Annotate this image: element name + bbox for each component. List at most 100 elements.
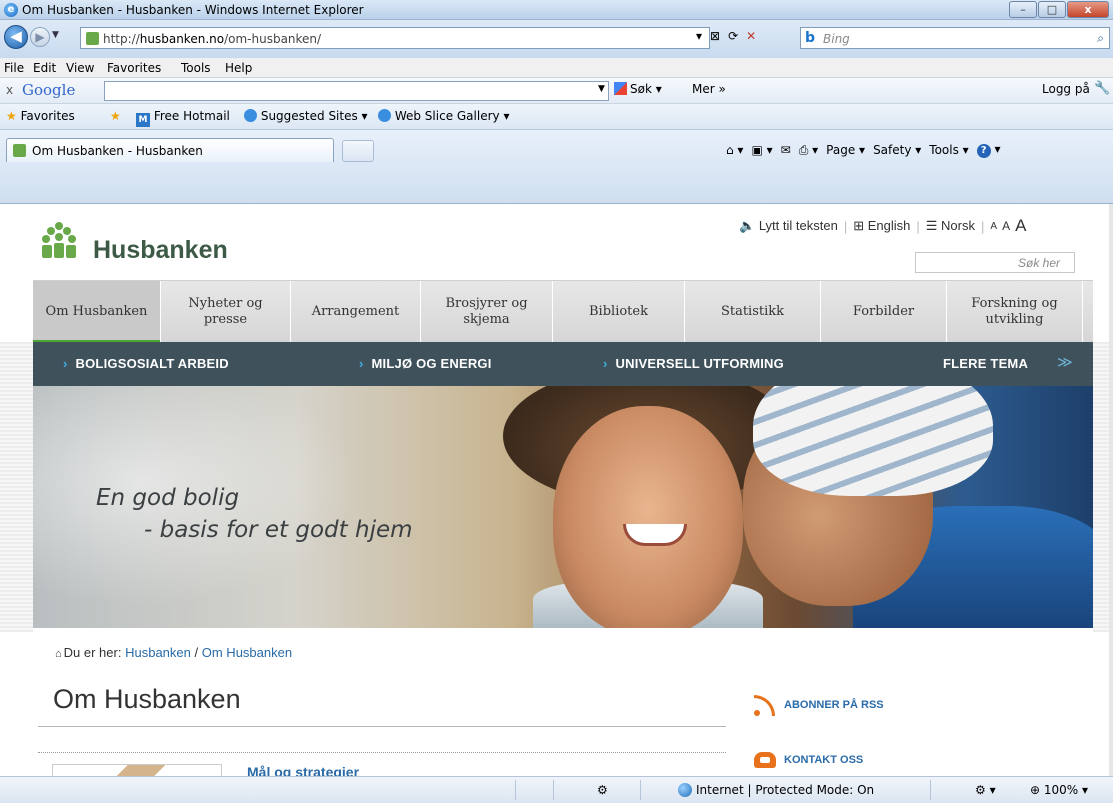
privacy-report-icon[interactable]: ⚙ xyxy=(597,783,608,797)
breadcrumb: ⌂ Du er her: Husbanken / Om Husbanken xyxy=(55,645,292,660)
status-bar: ⚙ Internet | Protected Mode: On ⚙ ▾ ⊕ 10… xyxy=(0,776,1113,803)
address-url: http://husbanken.no/om-husbanken/ xyxy=(103,32,322,46)
expand-chevron-icon[interactable]: ≫ xyxy=(1057,353,1073,371)
google-logo: Google xyxy=(22,81,76,99)
nav-item-forbilder[interactable]: Forbilder xyxy=(821,281,947,343)
listen-link[interactable]: 🔈 Lytt til teksten xyxy=(739,218,838,234)
favorite-link-web-slice-gallery[interactable]: Web Slice Gallery ▾ xyxy=(378,109,509,123)
zoom-control[interactable]: ⊕ 100% ▾ xyxy=(1030,783,1088,797)
google-search-button[interactable]: Søk ▾ xyxy=(614,82,662,96)
phone-icon xyxy=(754,752,776,768)
address-input[interactable]: http://husbanken.no/om-husbanken/ xyxy=(80,27,710,49)
compatibility-view-icon[interactable]: ⊠ xyxy=(710,29,720,43)
menu-help[interactable]: Help xyxy=(225,61,252,75)
font-size-small-button[interactable]: A xyxy=(990,221,997,232)
safety-menu[interactable]: Safety ▾ xyxy=(873,143,921,157)
font-size-medium-button[interactable]: A xyxy=(1002,219,1010,233)
menu-bar: File Edit View Favorites Tools Help xyxy=(0,58,1113,78)
theme-link-flere-tema[interactable]: FLERE TEMA xyxy=(943,356,1028,371)
bing-logo-icon: b xyxy=(805,30,816,46)
feeds-icon[interactable]: ▣ ▾ xyxy=(751,143,772,157)
vertical-scrollbar[interactable] xyxy=(1109,204,1113,776)
site-logo-text[interactable]: Husbanken xyxy=(93,236,228,265)
globe-icon xyxy=(678,783,692,797)
help-icon: ? xyxy=(976,144,991,158)
bing-search-input[interactable]: b Bing ⌕ xyxy=(800,27,1110,49)
google-login-link[interactable]: Logg på xyxy=(1042,82,1090,96)
web-page: Husbanken 🔈 Lytt til teksten | ⊞ English… xyxy=(0,204,1113,776)
theme-link-miljo-og-energi[interactable]: › MILJØ OG ENERGI xyxy=(359,356,492,371)
google-search-input[interactable] xyxy=(104,81,609,101)
google-more-button[interactable]: Mer » xyxy=(692,82,726,96)
mail-icon[interactable]: ✉ xyxy=(781,143,791,157)
add-to-favorites-bar-icon[interactable]: ★ xyxy=(110,109,121,123)
wrench-icon[interactable]: 🔧 xyxy=(1094,81,1110,96)
title-divider xyxy=(38,726,726,727)
font-size-large-button[interactable]: A xyxy=(1015,216,1026,236)
bing-search-placeholder: Bing xyxy=(823,32,850,46)
breadcrumb-link-om-husbanken[interactable]: Om Husbanken xyxy=(202,645,292,660)
side-pattern-left xyxy=(0,342,33,632)
tab-om-husbanken[interactable]: Om Husbanken - Husbanken xyxy=(6,138,334,162)
minimize-button[interactable]: – xyxy=(1009,1,1037,18)
help-menu[interactable]: ? ▾ xyxy=(976,142,1001,158)
print-icon[interactable]: ⎙ ▾ xyxy=(799,143,818,158)
new-tab-button[interactable] xyxy=(342,140,374,162)
site-search-input[interactable]: Søk her xyxy=(915,252,1075,273)
breadcrumb-prefix: Du er her: xyxy=(63,645,122,660)
refresh-icon[interactable]: ⟳ xyxy=(728,29,738,43)
favorites-button[interactable]: ★ Favorites xyxy=(6,109,75,123)
web-slice-icon xyxy=(378,109,391,122)
maximize-button[interactable]: □ xyxy=(1038,1,1066,18)
menu-file[interactable]: File xyxy=(4,61,24,75)
nav-item-om-husbanken[interactable]: Om Husbanken xyxy=(33,281,161,343)
nav-item-forskning-og-utvikling[interactable]: Forskning og utvikling xyxy=(947,281,1083,343)
page-title: Om Husbanken xyxy=(53,684,241,714)
search-icon[interactable]: ⌕ xyxy=(1097,31,1104,46)
address-dropdown-icon[interactable]: ▾ xyxy=(696,29,702,43)
rss-subscribe-link[interactable]: ABONNER PÅ RSS xyxy=(754,694,884,716)
close-window-button[interactable]: x xyxy=(1067,1,1109,18)
close-toolbar-icon[interactable]: x xyxy=(6,83,13,97)
husbanken-logo-icon[interactable] xyxy=(38,220,80,262)
back-button[interactable]: ◀ xyxy=(4,25,28,49)
favorite-link-hotmail[interactable]: M Free Hotmail xyxy=(136,109,230,127)
stop-icon[interactable]: ✕ xyxy=(746,29,756,43)
theme-link-universell-utforming[interactable]: › UNIVERSELL UTFORMING xyxy=(603,356,784,371)
home-icon[interactable]: ⌂ ▾ xyxy=(726,143,743,157)
google-search-dropdown-icon[interactable]: ▼ xyxy=(598,84,605,94)
menu-edit[interactable]: Edit xyxy=(33,61,56,75)
english-link[interactable]: ⊞ English xyxy=(853,218,910,234)
hero-slogan-line-2: - basis for et godt hjem xyxy=(144,517,413,543)
norsk-link[interactable]: ☰ Norsk xyxy=(926,218,975,234)
nav-item-arrangement[interactable]: Arrangement xyxy=(291,281,421,343)
page-menu[interactable]: Page ▾ xyxy=(826,143,865,157)
theme-link-boligsosialt-arbeid[interactable]: › BOLIGSOSIALT ARBEID xyxy=(63,356,229,371)
internet-explorer-icon: e xyxy=(4,3,18,17)
favorite-link-suggested-sites[interactable]: Suggested Sites ▾ xyxy=(244,109,368,123)
tools-menu[interactable]: Tools ▾ xyxy=(929,143,968,157)
nav-item-brosjyrer-og-skjema[interactable]: Brosjyrer og skjema xyxy=(421,281,553,343)
breadcrumb-separator: / xyxy=(194,645,199,660)
security-zone[interactable]: Internet | Protected Mode: On xyxy=(678,783,874,797)
hero-banner: En god bolig - basis for et godt hjem xyxy=(33,386,1093,628)
contact-link[interactable]: KONTAKT OSS xyxy=(754,752,863,768)
menu-tools[interactable]: Tools xyxy=(181,61,211,75)
rss-label: ABONNER PÅ RSS xyxy=(784,699,884,711)
article-link-mal-og-strategier[interactable]: Mål og strategier xyxy=(247,764,359,776)
article-thumbnail[interactable] xyxy=(52,764,222,776)
google-toolbar: x Google ▼ Søk ▾ Mer » Logg på 🔧 xyxy=(0,78,1113,104)
breadcrumb-link-husbanken[interactable]: Husbanken xyxy=(125,645,191,660)
menu-view[interactable]: View xyxy=(66,61,94,75)
nav-item-nyheter-og-presse[interactable]: Nyheter og presse xyxy=(161,281,291,343)
nav-item-statistikk[interactable]: Statistikk xyxy=(685,281,821,343)
favorites-bar: ★ Favorites ★ M Free Hotmail Suggested S… xyxy=(0,104,1113,130)
recent-pages-dropdown-icon[interactable]: ▼ xyxy=(52,30,59,40)
nav-item-bibliotek[interactable]: Bibliotek xyxy=(553,281,685,343)
forward-button[interactable]: ▶ xyxy=(30,27,50,47)
utility-links: 🔈 Lytt til teksten | ⊞ English | ☰ Norsk… xyxy=(739,216,1027,236)
hero-slogan-line-1: En god bolig xyxy=(96,485,240,511)
menu-favorites[interactable]: Favorites xyxy=(107,61,161,75)
protected-mode-toggle-icon[interactable]: ⚙ ▾ xyxy=(975,783,996,797)
address-tools: ▾ ⊠ ⟳ ✕ xyxy=(696,29,756,43)
